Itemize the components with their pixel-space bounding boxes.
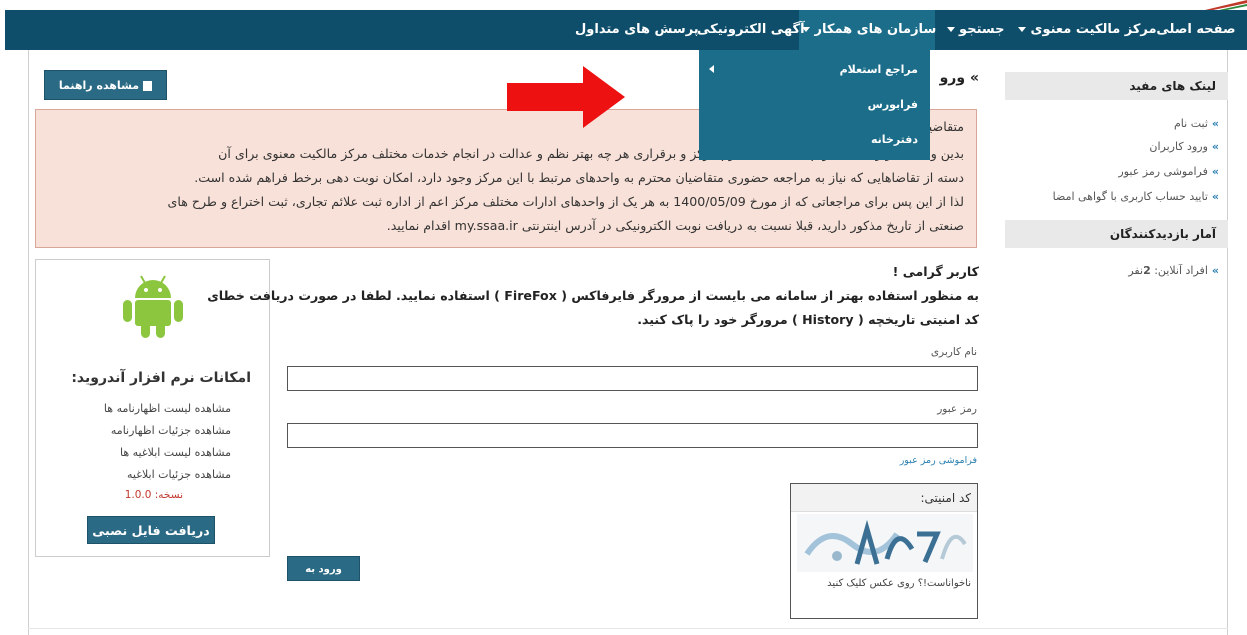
nav-search[interactable]: جستجو	[939, 10, 1009, 50]
password-label: رمز عبور	[937, 403, 977, 415]
online-users: »افراد آنلاین: 2نفر	[1128, 264, 1219, 277]
chevron-down-icon	[1018, 27, 1026, 32]
online-unit: نفر	[1128, 264, 1144, 277]
view-guide-button[interactable]: مشاهده راهنما	[44, 70, 167, 100]
sidebar-link-label: ورود کاربران	[1149, 140, 1208, 153]
nav-home-label: صفحه اصلی	[1156, 22, 1236, 37]
captcha-label: کد امنیتی:	[791, 484, 977, 512]
sidebar-link-label: ثبت نام	[1173, 117, 1208, 130]
android-app-panel: امکانات نرم افزار آندروید: مشاهده لیست ا…	[35, 259, 270, 557]
main-navbar: صفحه اصلی مرکز مالکیت معنوی جستجو سازمان…	[5, 10, 1247, 50]
red-arrow-annotation	[507, 66, 625, 128]
android-feature: مشاهده لیست ابلاغیه ها	[120, 446, 231, 459]
password-input[interactable]	[287, 423, 978, 448]
notice-line: دسته از تقاضاهایی که نیاز به مراجعه حضور…	[194, 170, 964, 185]
captcha-hint: ناخواناست!؟ روی عکس کلیک کنید	[827, 578, 971, 589]
sidebar-link-label: فراموشی رمز عبور	[1118, 165, 1208, 178]
android-icon	[123, 275, 183, 338]
sidebar-link-register[interactable]: »ثبت نام	[1174, 117, 1219, 130]
browser-message-line1: به منظور استفاده بهتر از سامانه می بایست…	[207, 288, 979, 303]
flag-image	[1205, 0, 1247, 10]
double-chevron-icon: »	[1211, 165, 1219, 178]
username-input[interactable]	[287, 366, 978, 391]
android-feature: مشاهده لیست اظهارنامه ها	[103, 402, 231, 415]
nav-ip-center[interactable]: مرکز مالکیت معنوی	[1015, 10, 1157, 50]
guide-button-label: مشاهده راهنما	[58, 79, 140, 92]
online-count: 2	[1143, 264, 1151, 277]
nav-e-ads[interactable]: آگهی الکترونیکی	[697, 10, 805, 50]
forgot-password-link[interactable]: فراموشی رمز عبور	[900, 455, 977, 466]
dropdown-item-inquiry[interactable]: مراجع استعلام	[840, 63, 918, 76]
nav-search-label: جستجو	[959, 22, 1005, 37]
nav-partner-orgs[interactable]: سازمان های همکار	[799, 10, 937, 50]
app-version: نسخه: 1.0.0	[124, 489, 183, 501]
nav-home[interactable]: صفحه اصلی	[1149, 10, 1243, 50]
double-chevron-icon: »	[1211, 140, 1219, 153]
android-features-heading: امکانات نرم افزار آندروید:	[71, 370, 251, 386]
nav-faq[interactable]: پرسش های متداول	[575, 10, 699, 50]
nav-ip-center-label: مرکز مالکیت معنوی	[1030, 22, 1157, 37]
login-greeting: کاربر گرامی !	[892, 264, 979, 279]
book-icon	[143, 81, 153, 91]
sidebar-link-forgot[interactable]: »فراموشی رمز عبور	[1118, 165, 1219, 178]
notice-line: لذا از این پس برای مراجعاتی که از مورخ 1…	[167, 194, 965, 209]
chevron-down-icon	[946, 27, 955, 32]
android-feature: مشاهده جزئیات ابلاغیه	[127, 468, 231, 481]
captcha-box: کد امنیتی: ناخواناست!؟ روی عکس کلیک کنید	[790, 483, 978, 619]
double-chevron-icon: »	[1211, 264, 1219, 277]
nav-partner-orgs-label: سازمان های همکار	[814, 22, 937, 37]
sidebar-link-label: تایید حساب کاربری با گواهی امضا	[1052, 190, 1208, 203]
captcha-image[interactable]	[797, 514, 973, 572]
android-feature: مشاهده جزئیات اظهارنامه	[110, 424, 231, 437]
useful-links-heading: لینک های مفید	[1005, 72, 1228, 100]
page-title: » ورو	[939, 70, 979, 86]
double-chevron-icon: »	[1211, 117, 1219, 130]
sidebar-link-login[interactable]: »ورود کاربران	[1149, 140, 1219, 153]
browser-message-line2: کد امنیتی تاریخچه ( History ) مرورگر خود…	[637, 312, 979, 327]
sidebar-link-signature[interactable]: »تایید حساب کاربری با گواهی امضا	[1053, 190, 1219, 203]
notice-line: صنعتی از تاریخ مذکور دارید، قبلا نسبت به…	[386, 218, 964, 233]
visitor-stats-heading: آمار بازدیدکنندگان	[1005, 220, 1228, 248]
download-installer-button[interactable]: دریافت فایل نصبی	[87, 516, 215, 544]
nav-faq-label: پرسش های متداول	[575, 22, 699, 37]
partner-orgs-dropdown: مراجع استعلام فرابورس دفترخانه	[699, 50, 930, 160]
username-label: نام کاربری	[930, 346, 977, 358]
login-submit-button[interactable]: ورود به سامانه	[287, 556, 360, 600]
nav-e-ads-label: آگهی الکترونیکی	[697, 22, 805, 37]
dropdown-item-farabourse[interactable]: فرابورس	[868, 98, 918, 111]
double-chevron-icon: »	[1211, 190, 1219, 203]
dropdown-item-notary[interactable]: دفترخانه	[871, 133, 918, 146]
footer-divider	[28, 628, 1228, 629]
online-label: افراد آنلاین:	[1154, 264, 1208, 277]
caret-left-icon	[709, 65, 714, 73]
